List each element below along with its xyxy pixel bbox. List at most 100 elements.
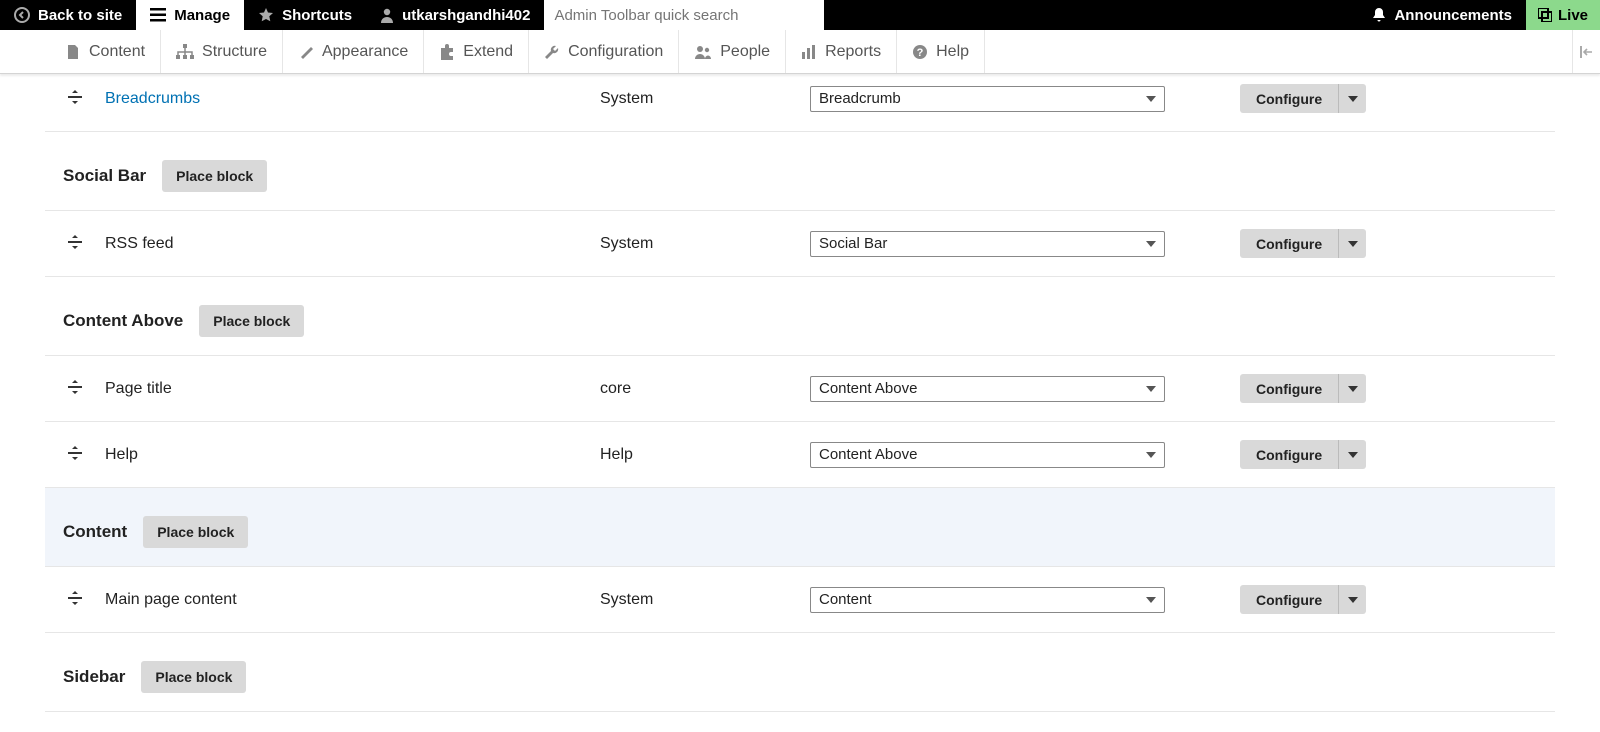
live-label: Live xyxy=(1558,7,1588,24)
shortcuts-label: Shortcuts xyxy=(282,7,352,24)
menu-reports-label: Reports xyxy=(825,43,881,61)
block-row: RSS feedSystem Social Bar Configure xyxy=(45,211,1555,277)
block-title: Help xyxy=(105,446,600,464)
toolbar-spacer xyxy=(824,0,1358,30)
region-select[interactable]: Breadcrumb xyxy=(810,86,1165,112)
region-header: Content Above Place block xyxy=(45,277,1555,356)
menu-reports[interactable]: Reports xyxy=(786,30,897,73)
admin-menu: Content Structure Appearance Extend Conf… xyxy=(0,30,1600,74)
region-select-value: Breadcrumb xyxy=(819,90,901,107)
region-header: Sidebar Place block xyxy=(45,633,1555,712)
configure-button[interactable]: Configure xyxy=(1240,84,1338,113)
help-icon: ? xyxy=(912,44,928,60)
puzzle-icon xyxy=(439,44,455,60)
live-badge[interactable]: Live xyxy=(1526,0,1600,30)
manage-toggle[interactable]: Manage xyxy=(136,0,244,30)
drag-handle-icon[interactable] xyxy=(45,446,105,464)
operations-dropdown-button[interactable] xyxy=(1338,440,1366,469)
menu-people-label: People xyxy=(720,43,770,61)
operations-dropdown-button[interactable] xyxy=(1338,374,1366,403)
block-title: Main page content xyxy=(105,591,600,609)
menu-configuration-label: Configuration xyxy=(568,43,663,61)
region-title: Content Above xyxy=(63,311,183,331)
place-block-button[interactable]: Place block xyxy=(199,305,304,337)
block-operations: Configure xyxy=(1240,440,1565,469)
configure-button[interactable]: Configure xyxy=(1240,229,1338,258)
menu-content[interactable]: Content xyxy=(50,30,161,73)
configure-button[interactable]: Configure xyxy=(1240,440,1338,469)
block-title: Page title xyxy=(105,380,600,398)
region-title: Sidebar xyxy=(63,667,125,687)
block-row: Main page contentSystemContent Configure xyxy=(45,567,1555,633)
wrench-icon xyxy=(544,44,560,60)
block-title[interactable]: Breadcrumbs xyxy=(105,90,600,108)
brush-icon xyxy=(298,44,314,60)
region-select[interactable]: Social Bar xyxy=(810,231,1165,257)
drag-handle-icon[interactable] xyxy=(45,591,105,609)
announcements-link[interactable]: Announcements xyxy=(1358,0,1526,30)
toolbar-search xyxy=(544,0,824,30)
block-operations: Configure xyxy=(1240,229,1565,258)
block-row: HelpHelp Content Above Configure xyxy=(45,422,1555,488)
people-icon xyxy=(694,44,712,60)
region-select-value: Social Bar xyxy=(819,235,887,252)
shortcuts-link[interactable]: Shortcuts xyxy=(244,0,366,30)
configure-button[interactable]: Configure xyxy=(1240,374,1338,403)
drag-handle-icon[interactable] xyxy=(45,235,105,253)
menu-appearance[interactable]: Appearance xyxy=(283,30,424,73)
block-category: System xyxy=(600,591,810,609)
back-to-site-link[interactable]: Back to site xyxy=(0,0,136,30)
region-select[interactable]: Content Above xyxy=(810,376,1165,402)
toolbar-search-input[interactable] xyxy=(544,0,824,30)
menu-extend-label: Extend xyxy=(463,43,513,61)
region-select-value: Content Above xyxy=(819,380,917,397)
menu-configuration[interactable]: Configuration xyxy=(529,30,679,73)
place-block-button[interactable]: Place block xyxy=(143,516,248,548)
region-title: Social Bar xyxy=(63,166,146,186)
live-square-icon xyxy=(1538,8,1552,22)
user-icon xyxy=(380,7,394,23)
manage-label: Manage xyxy=(174,7,230,24)
star-icon xyxy=(258,7,274,23)
hierarchy-icon xyxy=(176,44,194,60)
menu-appearance-label: Appearance xyxy=(322,43,408,61)
operations-dropdown-button[interactable] xyxy=(1338,585,1366,614)
region-header: Social Bar Place block xyxy=(45,132,1555,211)
block-row: Page titlecore Content Above Configure xyxy=(45,356,1555,422)
user-menu[interactable]: utkarshgandhi402 xyxy=(366,0,544,30)
menu-collapse-toggle[interactable] xyxy=(1572,30,1600,73)
drag-handle-icon[interactable] xyxy=(45,90,105,108)
block-category: System xyxy=(600,235,810,253)
place-block-button[interactable]: Place block xyxy=(162,160,267,192)
back-to-site-label: Back to site xyxy=(38,7,122,24)
menu-structure[interactable]: Structure xyxy=(161,30,283,73)
menu-extend[interactable]: Extend xyxy=(424,30,529,73)
block-operations: Configure xyxy=(1240,374,1565,403)
bell-icon xyxy=(1372,7,1386,23)
menu-help[interactable]: ? Help xyxy=(897,30,985,73)
hamburger-icon xyxy=(150,8,166,22)
configure-button[interactable]: Configure xyxy=(1240,585,1338,614)
block-category: core xyxy=(600,380,810,398)
region-select-value: Content Above xyxy=(819,446,917,463)
chart-icon xyxy=(801,44,817,60)
block-title: RSS feed xyxy=(105,235,600,253)
region-header: Content Place block xyxy=(45,488,1555,567)
menu-people[interactable]: People xyxy=(679,30,786,73)
place-block-button[interactable]: Place block xyxy=(141,661,246,693)
svg-text:?: ? xyxy=(917,47,924,59)
block-layout-page: Breadcrumbs System Breadcrumb Configure … xyxy=(0,74,1600,732)
block-operations: Configure xyxy=(1240,84,1565,113)
file-icon xyxy=(65,44,81,60)
block-category: Help xyxy=(600,446,810,464)
region-title: Content xyxy=(63,522,127,542)
region-select[interactable]: Content Above xyxy=(810,442,1165,468)
menu-structure-label: Structure xyxy=(202,43,267,61)
menu-help-label: Help xyxy=(936,43,969,61)
block-operations: Configure xyxy=(1240,585,1565,614)
region-select[interactable]: Content xyxy=(810,587,1165,613)
operations-dropdown-button[interactable] xyxy=(1338,84,1366,113)
announcements-label: Announcements xyxy=(1394,7,1512,24)
drag-handle-icon[interactable] xyxy=(45,380,105,398)
operations-dropdown-button[interactable] xyxy=(1338,229,1366,258)
